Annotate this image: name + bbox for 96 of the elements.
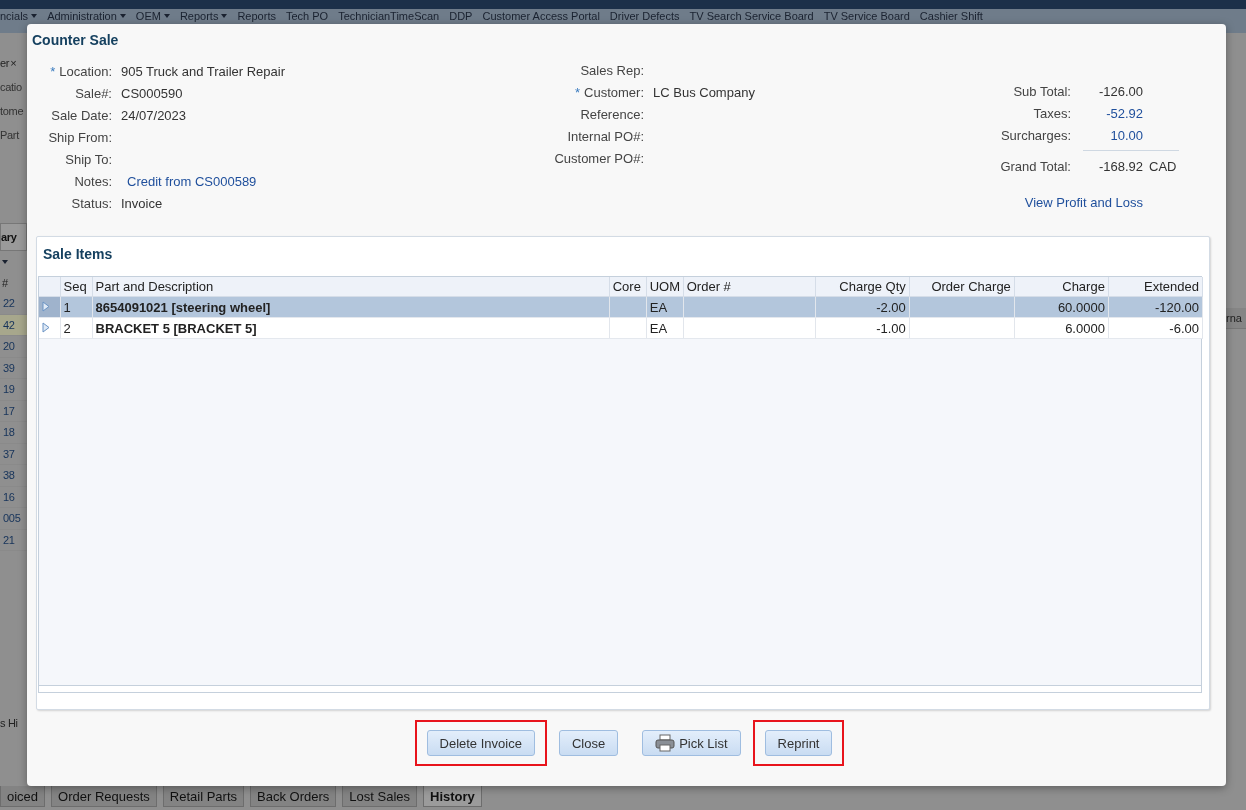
field-label: Internal PO#: bbox=[567, 129, 644, 144]
field-label: Customer PO#: bbox=[554, 151, 644, 166]
total-label: Taxes: bbox=[1032, 105, 1071, 121]
table-cell: 60.0000 bbox=[1014, 296, 1109, 318]
expand-icon[interactable] bbox=[42, 321, 50, 333]
column-header[interactable]: UOM bbox=[646, 277, 684, 297]
field-label: catio bbox=[0, 80, 23, 95]
menu-item[interactable]: TV Search Service Board bbox=[689, 10, 814, 22]
menu-item[interactable]: Customer Access Portal bbox=[482, 10, 600, 22]
field-label: Part bbox=[0, 128, 21, 143]
field-label: Sale Date: bbox=[51, 108, 112, 123]
menu-item[interactable]: ncials bbox=[0, 10, 38, 22]
menu-item[interactable]: TechnicianTimeScan bbox=[338, 10, 440, 22]
caret-icon bbox=[31, 14, 38, 18]
table-cell: -2.00 bbox=[815, 296, 910, 318]
field-value: Invoice bbox=[121, 196, 164, 213]
caret-icon bbox=[221, 14, 228, 18]
tab[interactable]: Order Requests bbox=[51, 786, 157, 807]
caret-icon[interactable] bbox=[2, 260, 8, 264]
table-cell: -6.00 bbox=[1108, 317, 1203, 339]
field-label: Status: bbox=[71, 196, 112, 211]
table-cell: EA bbox=[646, 296, 684, 318]
caret-icon bbox=[163, 14, 170, 18]
page-tab[interactable]: er bbox=[0, 57, 10, 69]
currency-label: CAD bbox=[1148, 158, 1178, 174]
dialog-title: Counter Sale bbox=[31, 31, 120, 50]
menu-item[interactable]: Reports bbox=[237, 10, 276, 22]
column-header[interactable]: Seq bbox=[60, 277, 92, 297]
field-value: LC Bus Company bbox=[653, 85, 756, 102]
field-value: 905 Truck and Trailer Repair bbox=[121, 64, 287, 81]
profit-loss-link[interactable]: View Profit and Loss bbox=[967, 195, 1143, 210]
menu-item[interactable]: TV Service Board bbox=[823, 10, 910, 22]
tab[interactable]: oiced bbox=[0, 786, 46, 807]
total-label: Surcharges: bbox=[999, 127, 1071, 143]
panel-tab[interactable]: ary bbox=[0, 223, 27, 251]
tab[interactable]: Lost Sales bbox=[342, 786, 417, 807]
field-value: 24/07/2023 bbox=[121, 108, 188, 125]
field-label: Sales Rep: bbox=[580, 63, 644, 78]
dialog-button[interactable]: Delete Invoice bbox=[426, 730, 535, 756]
panel-title: Sale Items bbox=[42, 245, 114, 264]
column-header[interactable]: Order # bbox=[683, 277, 816, 297]
close-icon[interactable]: × bbox=[10, 57, 17, 69]
menu-item[interactable]: Administration bbox=[47, 10, 126, 22]
total-link[interactable]: -52.92 bbox=[1071, 105, 1143, 121]
required-marker: * bbox=[574, 85, 581, 100]
column-header[interactable]: Charge Qty bbox=[815, 277, 910, 297]
dialog-button[interactable]: Reprint bbox=[764, 730, 833, 756]
section-label: s Hi bbox=[0, 717, 19, 729]
table-cell: 2 bbox=[60, 317, 92, 339]
table-row[interactable]: 2 BRACKET 5 [BRACKET 5] EA -1.00 6.0000 -6.00 bbox=[39, 317, 1203, 339]
column-header: # bbox=[1, 276, 9, 291]
field-link[interactable]: Credit from CS000589 bbox=[121, 174, 537, 196]
total-label: Grand Total: bbox=[999, 158, 1071, 174]
field-label: Notes: bbox=[74, 174, 112, 189]
field-label: Ship To: bbox=[65, 152, 112, 167]
table-cell: EA bbox=[646, 317, 684, 339]
table-cell: -120.00 bbox=[1108, 296, 1203, 318]
dialog-button[interactable]: Close bbox=[558, 730, 619, 756]
field-label: Reference: bbox=[580, 107, 644, 122]
column-header[interactable]: Extended bbox=[1108, 277, 1203, 297]
tab[interactable]: History bbox=[423, 786, 482, 807]
field-label: Location: bbox=[59, 64, 112, 79]
table-cell: 1 bbox=[60, 296, 92, 318]
menu-item[interactable]: OEM bbox=[135, 10, 170, 22]
menu-item[interactable]: Reports bbox=[179, 10, 228, 22]
total-link[interactable]: 10.00 bbox=[1071, 127, 1143, 143]
printer-icon bbox=[655, 734, 676, 752]
table-cell: BRACKET 5 [BRACKET 5] bbox=[92, 317, 610, 339]
total-label: Sub Total: bbox=[1012, 83, 1071, 99]
field-label: Ship From: bbox=[48, 130, 112, 145]
table-cell: -1.00 bbox=[815, 317, 910, 339]
column-header[interactable]: Charge bbox=[1014, 277, 1109, 297]
field-label: Sale#: bbox=[75, 86, 112, 101]
expand-icon[interactable] bbox=[42, 300, 50, 312]
column-header[interactable]: Part and Description bbox=[92, 277, 610, 297]
tab[interactable]: Retail Parts bbox=[162, 786, 245, 807]
field-value: CS000590 bbox=[121, 86, 184, 103]
column-header[interactable]: Core bbox=[609, 277, 647, 297]
field-label: tome bbox=[0, 104, 25, 119]
column-header[interactable]: Order Charge bbox=[909, 277, 1015, 297]
field-label: Customer: bbox=[584, 85, 644, 100]
total-value: -168.92 bbox=[1097, 158, 1143, 174]
caret-icon bbox=[119, 14, 126, 18]
menu-item[interactable]: DDP bbox=[449, 10, 473, 22]
table-cell: 8654091021 [steering wheel] bbox=[92, 296, 610, 318]
menu-item[interactable]: Tech PO bbox=[285, 10, 329, 22]
table-cell: 6.0000 bbox=[1014, 317, 1109, 339]
total-value: -126.00 bbox=[1097, 83, 1143, 99]
dialog-button[interactable]: Pick List bbox=[642, 730, 741, 756]
table-row[interactable]: 1 8654091021 [steering wheel] EA -2.00 60.0000 -120.00 bbox=[39, 296, 1203, 318]
menu-item[interactable]: Driver Defects bbox=[609, 10, 680, 22]
column-header: rna bbox=[1226, 308, 1246, 329]
table-cell[interactable]: 42 bbox=[0, 314, 27, 336]
menu-item[interactable]: Cashier Shift bbox=[919, 10, 983, 22]
tab[interactable]: Back Orders bbox=[250, 786, 337, 807]
required-marker: * bbox=[50, 64, 56, 79]
